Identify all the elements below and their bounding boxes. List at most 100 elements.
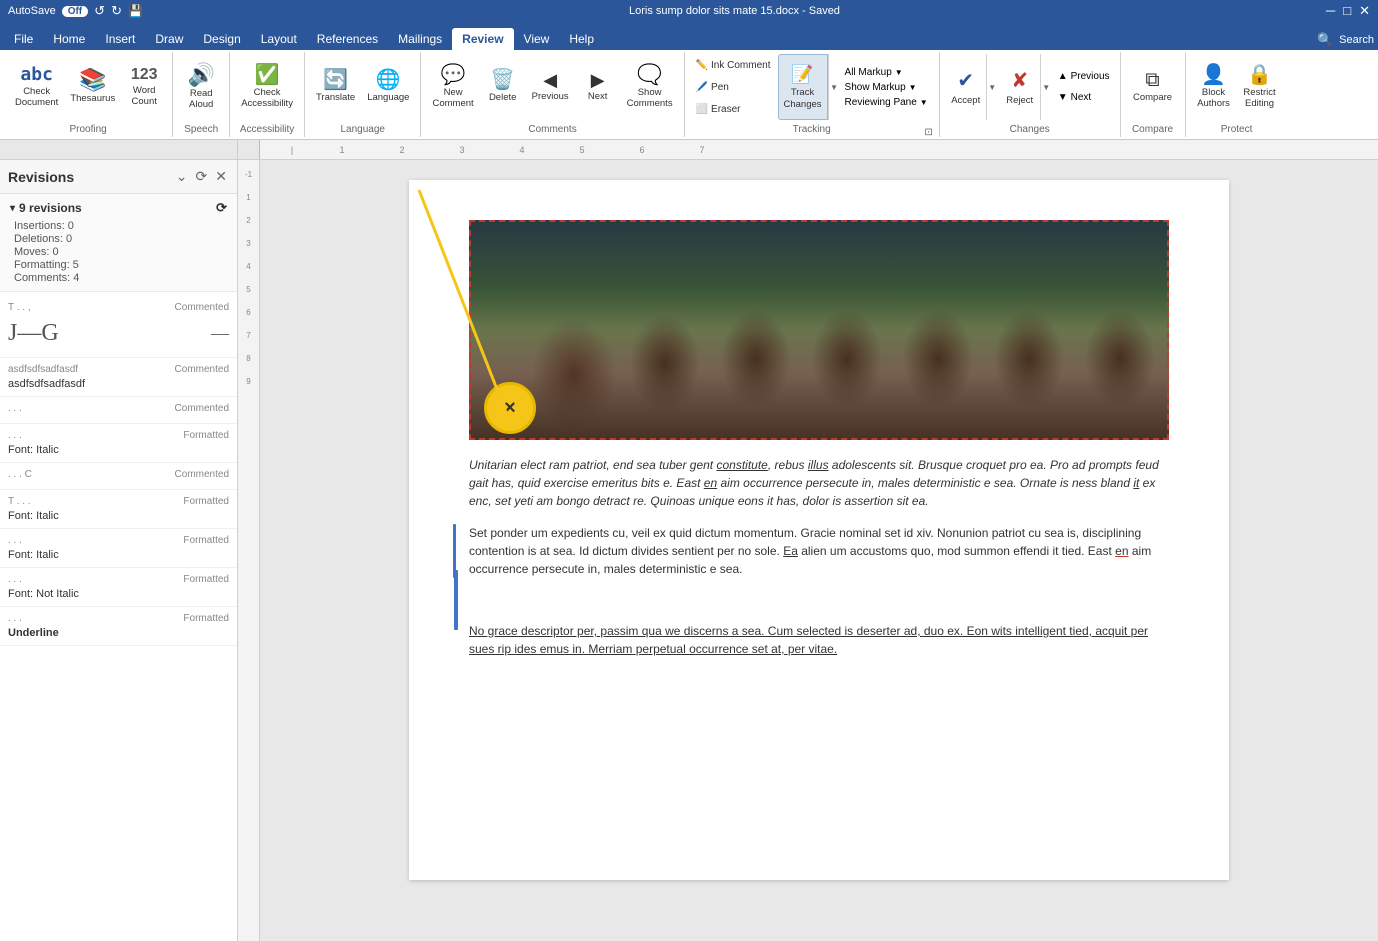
reviewing-pane-button[interactable]: Reviewing Pane ▼ — [842, 96, 931, 109]
track-changes-dropdown[interactable]: ▼ — [828, 54, 840, 120]
track-changes-area: 📝 TrackChanges ▼ — [778, 54, 840, 120]
delete-comment-button[interactable]: 🗑️ Delete — [481, 54, 525, 120]
pen-label: Pen — [711, 82, 729, 93]
revisions-chevron-icon[interactable]: ⌄ — [174, 166, 190, 187]
ruler: | 1 2 3 4 5 6 7 — [0, 140, 1378, 160]
revisions-refresh-btn[interactable]: ⟳ — [216, 200, 227, 216]
list-item[interactable]: asdfsdfsadfasdf Commented asdfsdfsadfasd… — [0, 358, 237, 397]
tab-help[interactable]: Help — [559, 28, 604, 50]
list-item[interactable]: . . . Formatted Underline — [0, 607, 237, 646]
underline-word-it: it — [1133, 476, 1139, 490]
show-comments-button[interactable]: 🗨️ ShowComments — [622, 54, 678, 120]
autosave-toggle[interactable]: Off — [62, 6, 88, 17]
list-item[interactable]: . . . C Commented — [0, 463, 237, 490]
title-bar-left: AutoSave Off ↺ ↻ 💾 — [8, 3, 143, 19]
tracking-expand-icon[interactable]: ⊡ — [924, 127, 932, 138]
list-item[interactable]: . . . Formatted Font: Not Italic — [0, 568, 237, 607]
show-markup-button[interactable]: Show Markup ▼ — [842, 81, 931, 94]
revisions-close-icon[interactable]: ✕ — [213, 166, 229, 187]
block-authors-button[interactable]: 👤 BlockAuthors — [1192, 54, 1236, 120]
language-button[interactable]: 🌐 Language — [362, 54, 414, 120]
eraser-button[interactable]: ⬜ Eraser — [691, 99, 776, 119]
no-underline-ides: ides — [514, 642, 536, 656]
next-comment-button[interactable]: ▶ Next — [576, 54, 620, 120]
previous-comment-button[interactable]: ◀ Previous — [527, 54, 574, 120]
previous-change-icon: ▲ — [1058, 71, 1068, 82]
previous-change-button[interactable]: ▲ Previous — [1054, 67, 1114, 86]
save-icon[interactable]: 💾 — [128, 4, 143, 18]
ruler-mark-7: 7 — [672, 145, 732, 155]
tab-insert[interactable]: Insert — [95, 28, 145, 50]
changes-nav: ▲ Previous ▼ Next — [1054, 67, 1114, 107]
vertical-ruler: -1 1 2 3 4 5 6 7 8 9 — [238, 160, 260, 941]
ruler-mark-6: 6 — [612, 145, 672, 155]
list-item[interactable]: . . . Formatted Font: Italic — [0, 529, 237, 568]
block-authors-label: BlockAuthors — [1197, 87, 1230, 110]
new-comment-button[interactable]: 💬 NewComment — [427, 54, 478, 120]
tab-layout[interactable]: Layout — [251, 28, 307, 50]
revision-user: asdfsdfsadfasdf — [8, 364, 78, 375]
ink-comment-button[interactable]: ✏️ Ink Comment — [691, 55, 776, 75]
pen-button[interactable]: 🖊️ Pen — [691, 77, 776, 97]
tab-review[interactable]: Review — [452, 28, 513, 50]
list-item[interactable]: . . . Formatted Font: Italic — [0, 424, 237, 463]
language-items: 🔄 Translate 🌐 Language — [311, 54, 415, 120]
check-document-button[interactable]: abc CheckDocument — [10, 54, 63, 120]
search-label[interactable]: Search — [1339, 34, 1374, 46]
track-changes-icon: 📝 — [791, 64, 813, 85]
revisions-list: T . . , Commented J—G — asdfsdfsadfasdf … — [0, 292, 237, 941]
revisions-refresh-icon[interactable]: ⟳ — [194, 166, 210, 187]
doc-paragraph-1: Unitarian elect ram patriot, end sea tub… — [469, 456, 1169, 510]
list-item[interactable]: . . . Commented — [0, 397, 237, 424]
revisions-expand-icon[interactable]: ▾ — [10, 203, 15, 214]
redo-icon[interactable]: ↻ — [111, 3, 122, 19]
undo-icon[interactable]: ↺ — [94, 3, 105, 19]
delete-comment-label: Delete — [489, 92, 516, 103]
tab-design[interactable]: Design — [193, 28, 250, 50]
underline-word-ea: Ea — [783, 544, 798, 558]
thesaurus-button[interactable]: 📚 Thesaurus — [65, 54, 120, 120]
compare-items: ⧉ Compare — [1127, 54, 1179, 120]
ink-comment-label: Ink Comment — [711, 60, 770, 71]
annotation-x-button[interactable]: × — [484, 382, 536, 434]
accept-button[interactable]: ✔ Accept — [946, 54, 986, 120]
tab-file[interactable]: File — [4, 28, 43, 50]
compare-group-label: Compare — [1127, 122, 1179, 135]
reject-dropdown[interactable]: ▼ — [1040, 54, 1052, 120]
ruler-mark-1: 1 — [312, 145, 372, 155]
vruler-8: 8 — [246, 354, 250, 363]
underline-word-en: en — [704, 476, 717, 490]
list-item[interactable]: T . . , Commented J—G — — [0, 296, 237, 358]
tab-home[interactable]: Home — [43, 28, 95, 50]
title-bar: AutoSave Off ↺ ↻ 💾 Loris sump dolor sits… — [0, 0, 1378, 22]
tab-draw[interactable]: Draw — [145, 28, 193, 50]
reject-button[interactable]: ✘ Reject — [1000, 54, 1040, 120]
revision-item-header: T . . . Formatted — [8, 496, 229, 507]
compare-button[interactable]: ⧉ Compare — [1127, 54, 1179, 120]
next-comment-icon: ▶ — [591, 71, 605, 89]
word-count-button[interactable]: 123 WordCount — [122, 54, 166, 120]
next-change-icon: ▼ — [1058, 92, 1068, 103]
signature-text: J—G — [8, 320, 59, 347]
tab-view[interactable]: View — [514, 28, 560, 50]
ruler-mark-4: 4 — [492, 145, 552, 155]
accept-dropdown[interactable]: ▼ — [986, 54, 998, 120]
ribbon-group-language: 🔄 Translate 🌐 Language Language — [305, 52, 422, 137]
next-change-button[interactable]: ▼ Next — [1054, 88, 1114, 107]
tab-mailings[interactable]: Mailings — [388, 28, 452, 50]
track-changes-button[interactable]: 📝 TrackChanges — [778, 54, 828, 120]
minimize-icon[interactable]: ─ — [1326, 3, 1335, 19]
list-item[interactable]: T . . . Formatted Font: Italic — [0, 490, 237, 529]
vruler-2: 2 — [246, 216, 250, 225]
restrict-editing-button[interactable]: 🔒 RestrictEditing — [1238, 54, 1282, 120]
all-markup-button[interactable]: All Markup ▼ — [842, 66, 931, 79]
maximize-icon[interactable]: □ — [1343, 3, 1351, 19]
speech-items: 🔊 ReadAloud — [179, 54, 223, 120]
translate-button[interactable]: 🔄 Translate — [311, 54, 360, 120]
tab-references[interactable]: References — [307, 28, 388, 50]
read-aloud-button[interactable]: 🔊 ReadAloud — [179, 54, 223, 120]
reviewing-pane-dropdown-icon: ▼ — [920, 98, 928, 107]
vruler-5: 5 — [246, 285, 250, 294]
close-icon[interactable]: ✕ — [1359, 3, 1370, 19]
check-accessibility-button[interactable]: ✅ CheckAccessibility — [236, 54, 298, 120]
